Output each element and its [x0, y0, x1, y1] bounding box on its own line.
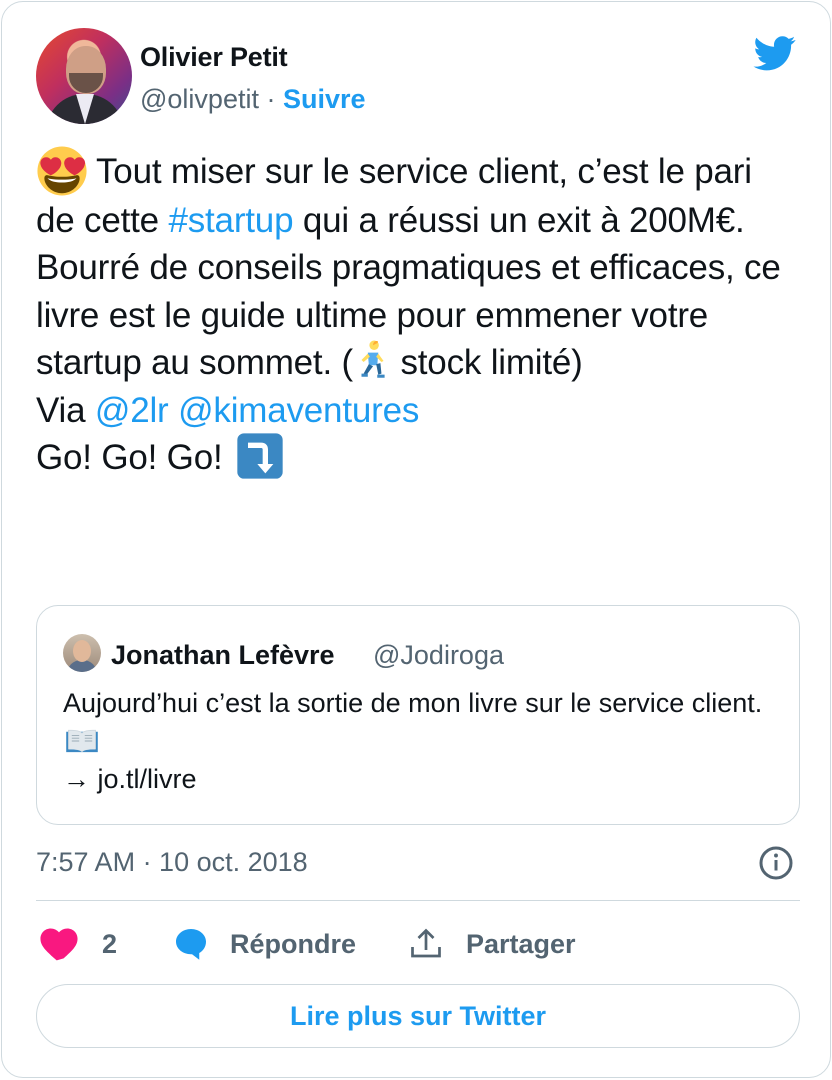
reply-bubble-icon [176, 929, 206, 960]
share-upload-icon [411, 928, 441, 958]
mention-kimaventures[interactable]: @kimaventures [178, 391, 419, 430]
twitter-bird-icon[interactable] [750, 32, 800, 74]
like-count: 2 [102, 928, 118, 959]
quoted-tweet[interactable]: Jonathan Lefèvre @Jodiroga Aujourd’hui c… [36, 605, 800, 825]
heart-icon [40, 928, 78, 961]
info-icon[interactable] [758, 845, 794, 881]
share-button[interactable]: Partager [408, 922, 576, 966]
author-name[interactable]: Olivier Petit [140, 42, 288, 73]
tweet-text-line1-end: qui a réussi un exit à 200M€. [293, 200, 745, 240]
share-label: Partager [466, 928, 576, 959]
heart-eyes-emoji-icon [37, 146, 87, 196]
tweet-text: Tout miser sur le service client, c’est … [36, 146, 796, 482]
runner-emoji-icon [361, 340, 385, 378]
author-handle[interactable]: @olivpetit [140, 84, 259, 114]
go-line: Go! Go! Go! [36, 438, 223, 478]
tweet-timestamp[interactable]: 7:57 AM · 10 oct. 2018 [36, 847, 308, 878]
open-book-emoji-icon [66, 729, 98, 753]
read-more-on-twitter-button[interactable]: Lire plus sur Twitter [36, 984, 800, 1048]
quoted-author-avatar[interactable] [63, 634, 101, 672]
hashtag-startup[interactable]: #startup [168, 201, 293, 240]
author-avatar[interactable] [36, 28, 132, 124]
handle-separator: · [266, 84, 276, 114]
author-handle-line: @olivpetit · Suivre [140, 84, 366, 115]
quoted-link[interactable]: → jo.tl/livre [63, 764, 197, 794]
quoted-author-handle[interactable]: @Jodiroga [373, 640, 504, 671]
tweet-embed-card: Olivier Petit @olivpetit · Suivre Tout m… [1, 1, 831, 1078]
quoted-author-name[interactable]: Jonathan Lefèvre [111, 640, 335, 671]
reply-button[interactable]: Répondre [172, 922, 356, 966]
arrow-down-emoji-icon [237, 433, 283, 479]
tweet-text-line2-end: stock limité) [390, 343, 583, 383]
mention-2lr[interactable]: @2lr [95, 391, 169, 430]
via-prefix: Via [36, 390, 95, 430]
reply-label: Répondre [230, 928, 357, 959]
quoted-text-body: Aujourd’hui c’est la sortie de mon livre… [63, 688, 763, 718]
like-button[interactable]: 2 [40, 922, 117, 966]
follow-button[interactable]: Suivre [283, 84, 366, 114]
divider [36, 900, 800, 901]
quoted-tweet-text: Aujourd’hui c’est la sortie de mon livre… [63, 684, 783, 798]
